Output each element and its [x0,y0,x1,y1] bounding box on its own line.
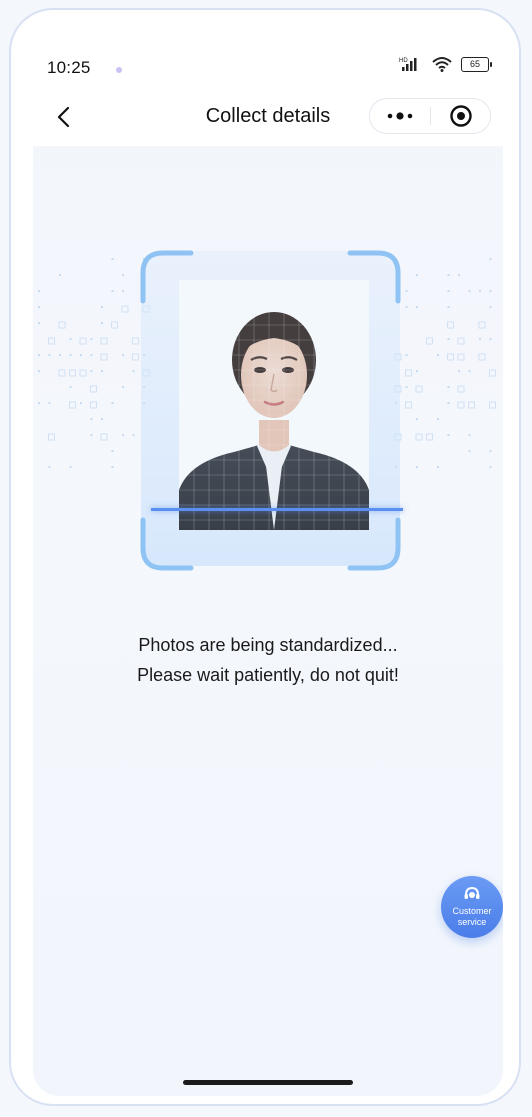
mini-program-capsule [369,98,491,134]
status-icons: HD 65 [399,56,492,72]
signal-icon: HD [399,56,423,72]
app-screen: 10:25 HD 65 Collect details Photos are b… [33,38,503,1096]
processing-message-line-1: Photos are being standardized... [138,635,398,655]
navigation-bar: Collect details [33,88,503,146]
processing-message: Photos are being standardized... Please … [33,630,503,690]
home-indicator [183,1080,353,1085]
wifi-icon [431,56,453,72]
photo-scan-area [133,243,408,578]
phone-frame: 10:25 HD 65 Collect details Photos are b… [9,8,521,1106]
device-background: 10:25 HD 65 Collect details Photos are b… [0,0,532,1117]
target-close-icon [450,105,472,127]
headset-icon [464,886,480,899]
id-photo [179,280,369,530]
battery-icon: 65 [461,56,492,72]
network-label: HD [399,58,408,64]
close-mini-program-button[interactable] [431,99,491,133]
customer-service-button[interactable]: Customer service [441,876,503,938]
scan-grid-overlay [179,280,369,530]
notification-dot-icon [116,67,122,73]
more-button[interactable] [370,99,430,133]
status-bar: 10:25 HD 65 [33,38,503,88]
processing-message-line-2: Please wait patiently, do not quit! [137,665,399,685]
customer-service-label: Customer service [452,906,492,927]
more-dots-icon [387,112,413,120]
scan-line [151,508,403,511]
status-time: 10:25 [47,58,91,77]
